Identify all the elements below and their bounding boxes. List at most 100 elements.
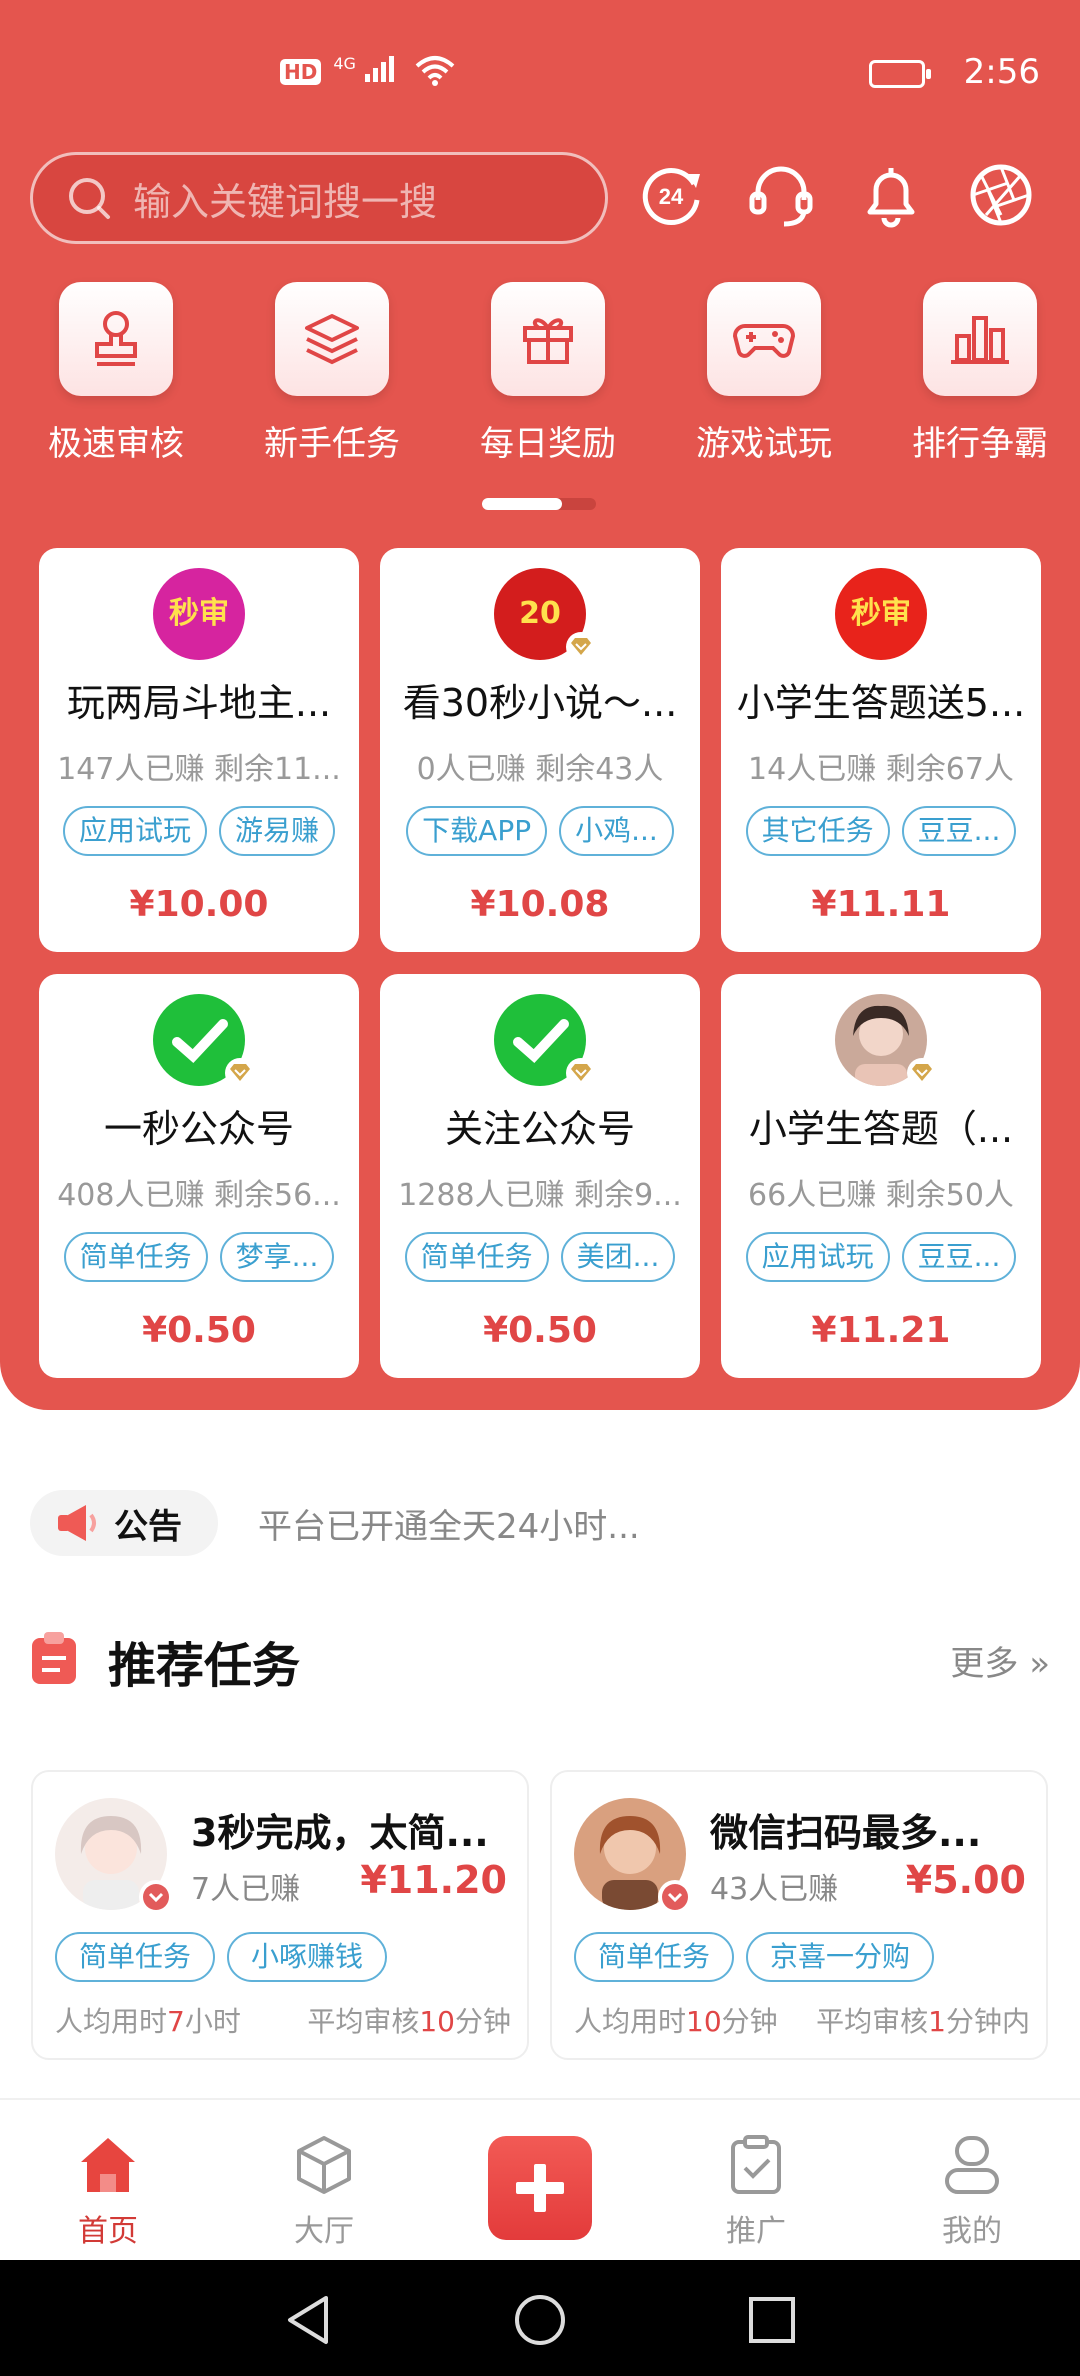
task-tag: 梦享... (219, 1232, 335, 1282)
task-tag: 应用试玩 (62, 806, 207, 856)
home-circle-icon[interactable] (512, 2292, 568, 2348)
tab-promote[interactable]: 推广 (696, 2134, 816, 2250)
earned-count: 7人已赚 (191, 1872, 301, 1907)
category-game-trial[interactable]: 游戏试玩 (679, 282, 849, 465)
bell-icon[interactable] (856, 160, 926, 230)
avatar-text: 秒审 (851, 596, 911, 631)
system-navigation-bar (0, 2260, 1080, 2376)
avatar-text: 20 (519, 596, 561, 631)
avg-time: 人均用时7小时 (55, 2000, 241, 2040)
category-label: 极速审核 (48, 424, 184, 464)
task-tags: 简单任务 美团... (380, 1232, 700, 1282)
avg-time-prefix: 人均用时 (55, 2005, 168, 2038)
review-unit: 分钟 (454, 2005, 511, 2038)
category-daily-reward[interactable]: 每日奖励 (463, 282, 633, 465)
back-icon[interactable] (280, 2292, 336, 2348)
task-card[interactable]: 秒审 玩两局斗地主... 147人已赚 剩余11... 应用试玩 游易赚 ¥10.00 (39, 548, 359, 952)
recommended-task-card[interactable]: 3秒完成，太简... 7人已赚 ¥11.20 简单任务 小啄赚钱 人均用时7小时 平均审核1… (31, 1770, 529, 2060)
earned-count: 43人已赚 (710, 1872, 839, 1907)
recents-icon[interactable] (744, 2292, 800, 2348)
status-bar: HD 4G 2:56 (0, 48, 1080, 102)
task-price: ¥10.00 (129, 884, 269, 925)
task-tags: 简单任务 京喜一分购 (574, 1932, 935, 1982)
layers-icon (305, 314, 359, 365)
task-tag: 简单任务 (574, 1932, 735, 1982)
category-ranking[interactable]: 排行争霸 (895, 282, 1065, 465)
svg-text:24: 24 (659, 184, 684, 209)
verified-badge-icon (225, 1058, 255, 1088)
task-tag: 美团... (560, 1232, 676, 1282)
add-task-button[interactable] (488, 2136, 592, 2240)
gamepad-icon (732, 324, 796, 358)
avg-time-unit: 小时 (184, 2005, 241, 2038)
verified-badge-icon (658, 1880, 692, 1914)
task-tag: 简单任务 (55, 1932, 216, 1982)
task-tag: 简单任务 (404, 1232, 549, 1282)
avg-time-unit: 分钟 (721, 2005, 778, 2038)
task-title: 关注公众号 (444, 1107, 635, 1151)
announcement-bar[interactable]: 公告 平台已开通全天24小时... (30, 1488, 1050, 1558)
stamp-icon (95, 311, 137, 366)
task-card[interactable]: 一秒公众号 408人已赚 剩余56... 简单任务 梦享... ¥0.50 (39, 974, 359, 1378)
task-price: ¥11.21 (811, 1310, 951, 1351)
tab-label: 推广 (726, 2214, 786, 2249)
avatar-text: 秒审 (169, 596, 229, 631)
recommended-task-card[interactable]: 微信扫码最多... 43人已赚 ¥5.00 简单任务 京喜一分购 人均用时10分钟 平均审核… (550, 1770, 1048, 2060)
task-tag: 其它任务 (745, 806, 890, 856)
announcement-text: 平台已开通全天24小时... (258, 1506, 640, 1547)
24h-refresh-icon[interactable]: 24 (636, 160, 706, 230)
task-avatar: 秒审 (153, 568, 245, 660)
task-card[interactable]: 秒审 小学生答题送5... 14人已赚 剩余67人 其它任务 豆豆... ¥11.11 (721, 548, 1041, 952)
header-actions: 24 (636, 160, 1036, 230)
task-tag: 京喜一分购 (746, 1932, 935, 1982)
task-tag: 游易赚 (219, 806, 336, 856)
avg-time-value: 7 (167, 2005, 185, 2038)
tab-label: 我的 (942, 2214, 1002, 2249)
customer-service-icon[interactable] (746, 160, 816, 230)
task-title: 一秒公众号 (103, 1107, 294, 1151)
task-price: ¥11.20 (360, 1858, 507, 1902)
task-tag: 豆豆... (901, 1232, 1017, 1282)
network-type: 4G (333, 54, 356, 73)
double-chevron-right-icon: » (1029, 1644, 1050, 1684)
category-label: 游戏试玩 (696, 424, 832, 464)
verified-badge-icon (907, 1058, 937, 1088)
task-title: 微信扫码最多... (710, 1811, 982, 1855)
wifi-icon (415, 54, 455, 90)
task-card[interactable]: 20 看30秒小说～... 0人已赚 剩余43人 下载APP 小鸡... ¥10.08 (380, 548, 700, 952)
signal-group: HD 4G (280, 54, 455, 90)
shutter-icon[interactable] (966, 160, 1036, 230)
category-pager (482, 498, 596, 510)
task-tags: 其它任务 豆豆... (721, 806, 1041, 856)
more-label: 更多 (950, 1644, 1019, 1684)
tab-mine[interactable]: 我的 (912, 2134, 1032, 2250)
battery-icon (869, 60, 931, 88)
task-card[interactable]: 小学生答题（... 66人已赚 剩余50人 应用试玩 豆豆... ¥11.21 (721, 974, 1041, 1378)
task-title: 3秒完成，太简... (191, 1811, 489, 1855)
clipboard-check-icon (731, 2135, 781, 2194)
task-title: 小学生答题（... (748, 1107, 1014, 1151)
tab-label: 大厅 (294, 2214, 354, 2249)
task-stats: 1288人已赚 剩余9... (398, 1178, 682, 1213)
hd-indicator: HD (280, 59, 322, 85)
recommended-header: 推荐任务 更多 » (30, 1626, 1050, 1696)
search-placeholder: 输入关键词搜一搜 (133, 179, 438, 224)
task-price: ¥5.00 (905, 1858, 1026, 1902)
category-fast-review[interactable]: 极速审核 (31, 282, 201, 465)
speaker-icon (58, 1505, 96, 1541)
task-card[interactable]: 关注公众号 1288人已赚 剩余9... 简单任务 美团... ¥0.50 (380, 974, 700, 1378)
search-icon (69, 178, 110, 219)
avg-time: 人均用时10分钟 (574, 2000, 778, 2040)
bottom-tab-bar: 首页 大厅 推广 我的 (0, 2098, 1080, 2260)
tab-hall[interactable]: 大厅 (264, 2134, 384, 2250)
task-stats: 14人已赚 剩余67人 (748, 752, 1014, 787)
search-input[interactable]: 输入关键词搜一搜 (30, 152, 608, 244)
category-newbie-tasks[interactable]: 新手任务 (247, 282, 417, 465)
category-label: 排行争霸 (912, 424, 1048, 464)
review-value: 10 (419, 2005, 455, 2038)
verified-badge-icon (566, 1058, 596, 1088)
more-link[interactable]: 更多 » (950, 1636, 1050, 1685)
avg-review: 平均审核10分钟 (307, 2000, 511, 2040)
category-row: 极速审核 新手任务 每日奖励 游戏试玩 排行争霸 (0, 282, 1080, 465)
tab-home[interactable]: 首页 (48, 2134, 168, 2250)
